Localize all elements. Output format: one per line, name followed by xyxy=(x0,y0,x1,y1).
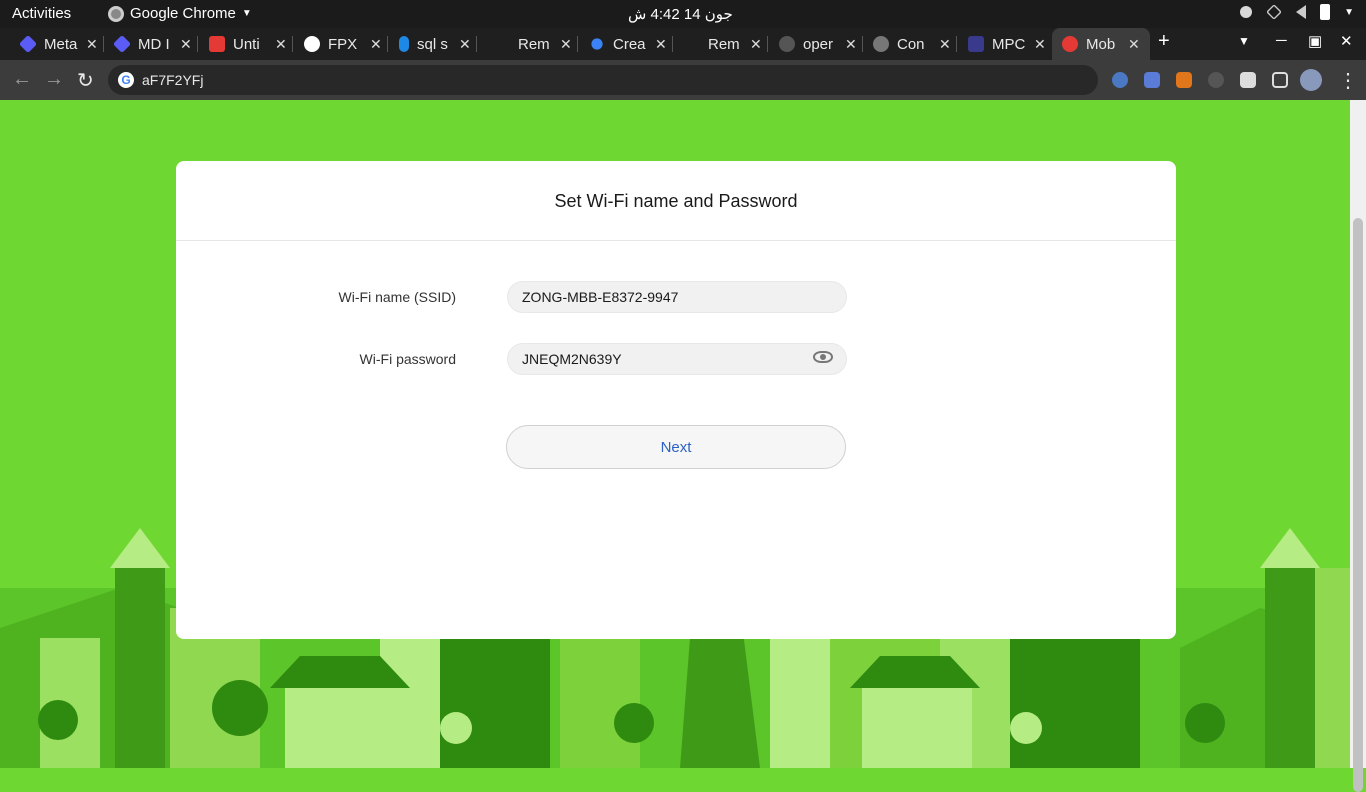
favicon-icon xyxy=(968,36,984,52)
clock[interactable]: جون 14 4:42 ش xyxy=(628,5,733,23)
close-icon[interactable]: ✕ xyxy=(459,36,471,53)
close-icon[interactable]: ✕ xyxy=(845,36,857,53)
show-password-icon[interactable] xyxy=(813,351,833,363)
activities-button[interactable]: Activities xyxy=(12,5,71,22)
extension-icon[interactable] xyxy=(1112,72,1128,88)
reload-icon[interactable]: ↻ xyxy=(77,68,94,93)
puzzle-icon[interactable] xyxy=(1240,72,1256,88)
close-icon[interactable]: ✕ xyxy=(750,36,762,53)
tab[interactable]: Con ✕ xyxy=(873,28,957,60)
tab-label: MD I xyxy=(138,35,170,53)
tab-label: oper xyxy=(803,35,834,53)
close-icon[interactable]: ✕ xyxy=(655,36,667,53)
address-bar[interactable]: G aF7F2YFj xyxy=(108,65,1098,95)
close-icon[interactable]: ✕ xyxy=(180,36,192,53)
favicon-icon xyxy=(684,36,700,52)
tab[interactable]: FPX ✕ xyxy=(304,28,388,60)
tab-label: MPC xyxy=(992,35,1026,53)
tab[interactable]: MPC ✕ xyxy=(968,28,1046,60)
next-button[interactable]: Next xyxy=(506,425,846,469)
close-icon[interactable]: ✕ xyxy=(86,36,98,53)
scrollbar-thumb[interactable] xyxy=(1353,218,1363,792)
close-icon[interactable]: ✕ xyxy=(560,36,572,53)
favicon-icon xyxy=(112,34,132,54)
chevron-down-icon: ▼ xyxy=(1344,6,1354,18)
password-label: Wi-Fi password xyxy=(359,351,456,367)
tab[interactable]: Rem ✕ xyxy=(684,28,768,60)
tab-label: Rem xyxy=(518,35,550,53)
tab[interactable]: Crea ✕ xyxy=(589,28,673,60)
page-content: Set Wi-Fi name and Password Wi-Fi name (… xyxy=(0,100,1350,768)
avatar[interactable] xyxy=(1300,69,1322,91)
huawei-icon xyxy=(1062,36,1078,52)
tab-label: Unti xyxy=(233,35,260,53)
favicon-icon xyxy=(18,34,38,54)
side-panel-icon[interactable] xyxy=(1272,72,1288,88)
system-tray[interactable]: ▼ xyxy=(1240,4,1354,20)
screenshot-extension-icon[interactable] xyxy=(1144,72,1160,88)
divider xyxy=(176,240,1176,241)
tab[interactable]: MD I ✕ xyxy=(112,28,198,60)
tab-label: Con xyxy=(897,35,925,53)
app-name: Google Chrome xyxy=(130,5,236,22)
new-tab-icon[interactable]: + xyxy=(1158,30,1170,53)
tab-label: Rem xyxy=(708,35,740,53)
menu-icon[interactable]: ⋮ xyxy=(1338,68,1358,93)
tab-label: FPX xyxy=(328,35,358,53)
close-icon[interactable]: ✕ xyxy=(1128,36,1140,53)
chevron-down-icon: ▼ xyxy=(241,8,252,19)
back-icon[interactable]: ← xyxy=(12,68,32,91)
google-icon xyxy=(304,36,320,52)
tab-label: sql s xyxy=(417,35,448,53)
favicon-icon xyxy=(494,36,510,52)
tab-strip: Meta ✕ MD I ✕ Unti ✕ FPX ✕ sql s ✕ Rem ✕… xyxy=(0,28,1366,60)
slack-icon xyxy=(1240,6,1253,18)
url-text: aF7F2YFj xyxy=(142,72,204,88)
tab[interactable]: oper ✕ xyxy=(779,28,863,60)
google-icon: G xyxy=(118,72,134,88)
github-icon xyxy=(779,36,795,52)
app-menu[interactable]: Google Chrome ▼ xyxy=(108,5,252,22)
ssid-input[interactable] xyxy=(507,281,847,313)
tab-label: Mob xyxy=(1086,35,1116,53)
favicon-icon xyxy=(209,36,225,52)
tab[interactable]: Unti ✕ xyxy=(209,28,293,60)
extension-icon[interactable] xyxy=(1208,72,1224,88)
browser-toolbar: ← → ↻ G aF7F2YFj ⋮ xyxy=(0,60,1366,100)
network-icon xyxy=(1266,4,1283,20)
close-icon[interactable]: ✕ xyxy=(370,36,382,53)
tab-active[interactable]: Mob ✕ xyxy=(1052,28,1150,60)
chrome-icon xyxy=(108,5,124,22)
ssid-label: Wi-Fi name (SSID) xyxy=(338,289,456,305)
battery-icon xyxy=(1320,4,1331,20)
system-top-bar: Activities Google Chrome ▼ جون 14 4:42 ش… xyxy=(0,0,1366,28)
metamask-icon[interactable] xyxy=(1176,72,1192,88)
tab-label: Crea xyxy=(613,35,646,53)
minimize-icon[interactable]: ─ xyxy=(1276,32,1287,49)
tab[interactable]: sql s ✕ xyxy=(399,28,477,60)
wifi-setup-card: Set Wi-Fi name and Password Wi-Fi name (… xyxy=(176,161,1176,639)
password-input[interactable] xyxy=(507,343,847,375)
close-icon[interactable]: ✕ xyxy=(1034,36,1046,53)
close-icon[interactable]: ✕ xyxy=(275,36,287,53)
page-scrollbar[interactable] xyxy=(1350,100,1366,792)
globe-icon xyxy=(873,36,889,52)
forward-icon[interactable]: → xyxy=(44,68,64,91)
tab-label: Meta xyxy=(44,35,78,53)
database-icon xyxy=(399,36,409,52)
tab[interactable]: Meta ✕ xyxy=(18,28,104,60)
close-icon[interactable]: ✕ xyxy=(939,36,951,53)
chevron-down-icon[interactable]: ▼ xyxy=(1238,34,1250,48)
close-window-icon[interactable]: ✕ xyxy=(1340,32,1353,50)
favicon-icon xyxy=(591,38,603,50)
restore-icon[interactable]: ▣ xyxy=(1308,32,1322,50)
card-title: Set Wi-Fi name and Password xyxy=(554,191,798,211)
tab[interactable]: Rem ✕ xyxy=(494,28,578,60)
volume-icon xyxy=(1296,5,1307,19)
